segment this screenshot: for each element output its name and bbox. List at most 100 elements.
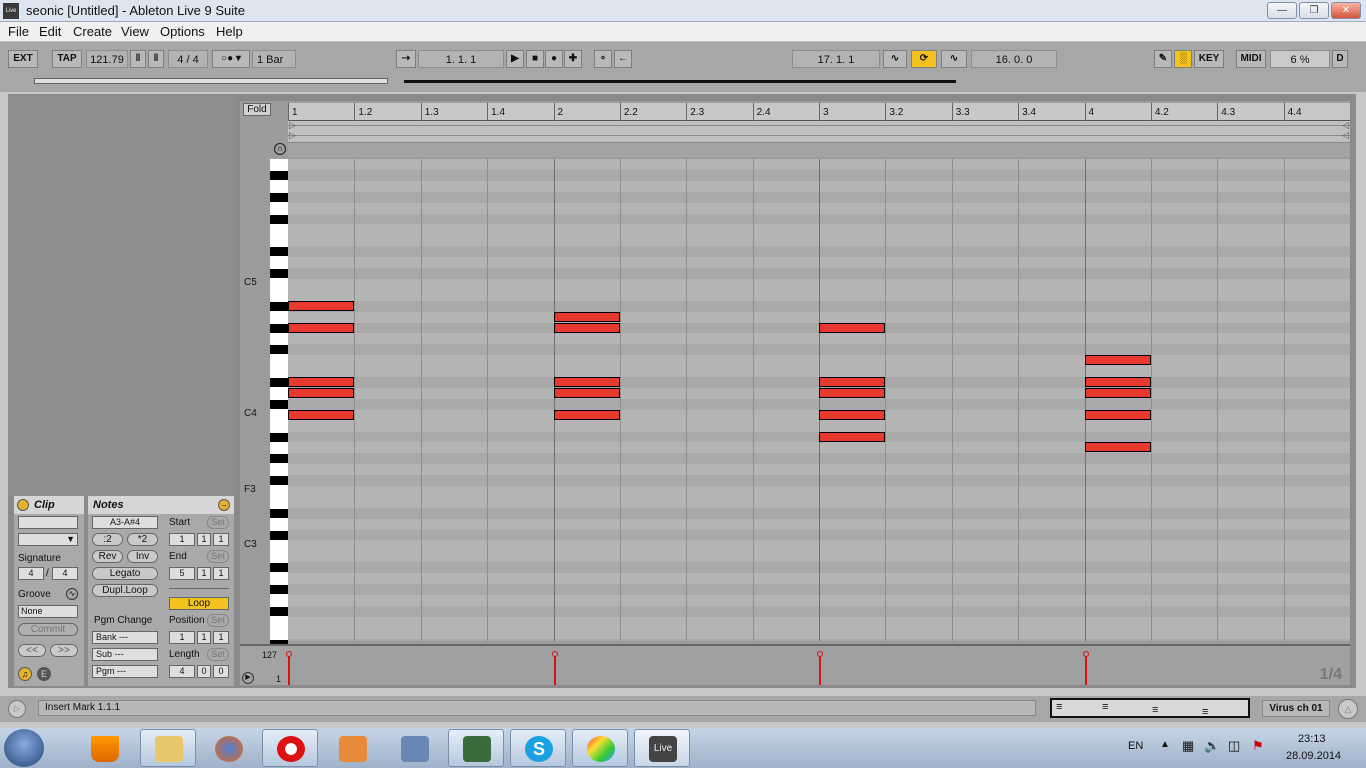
info-view-toggle-icon[interactable]: ▷ xyxy=(8,700,26,718)
action-center-flag-icon[interactable]: ⚑ xyxy=(1252,738,1264,754)
midi-note[interactable] xyxy=(288,377,355,387)
midi-note[interactable] xyxy=(1084,409,1151,420)
velocity-stem[interactable] xyxy=(553,655,556,685)
velocity-lane-toggle-icon[interactable]: ▶ xyxy=(242,672,254,684)
half-length-button[interactable]: :2 xyxy=(92,533,123,546)
signature-denominator[interactable]: 4 xyxy=(52,567,78,580)
close-button[interactable]: ✕ xyxy=(1331,2,1361,19)
start-set-button[interactable]: Set xyxy=(207,516,229,529)
commit-button[interactable]: Commit xyxy=(18,623,78,636)
piano-black-key[interactable] xyxy=(270,269,288,278)
arrangement-overview-bar[interactable] xyxy=(404,80,956,83)
start-marker-icon[interactable]: ▷ xyxy=(289,130,296,141)
program-field[interactable]: Pgm --- xyxy=(92,665,158,678)
groove-select[interactable]: None xyxy=(18,605,78,618)
tray-device-icon[interactable]: ▦ xyxy=(1182,738,1194,754)
piano-roll-keyboard[interactable] xyxy=(270,159,288,649)
quantize-select[interactable]: 1 Bar xyxy=(252,50,296,68)
time-signature-field[interactable]: 4 / 4 xyxy=(168,50,208,68)
taskbar-paint[interactable] xyxy=(572,729,628,767)
legato-button[interactable]: Legato xyxy=(92,567,158,580)
draw-mode-icon[interactable]: ✎ xyxy=(1154,50,1172,68)
piano-black-key[interactable] xyxy=(270,378,288,387)
end-bar[interactable]: 5 xyxy=(169,567,195,580)
envelopes-box-icon[interactable]: E xyxy=(37,667,51,681)
midi-note[interactable] xyxy=(1084,355,1151,366)
nudge-down-icon[interactable]: ‖ xyxy=(130,50,146,68)
piano-black-key[interactable] xyxy=(270,247,288,257)
midi-note[interactable] xyxy=(553,409,620,420)
selected-track-name[interactable]: Virus ch 01 xyxy=(1262,700,1330,717)
ext-sync-button[interactable]: EXT xyxy=(8,50,38,68)
midi-note[interactable] xyxy=(819,322,886,333)
groove-pool-icon[interactable]: ∿ xyxy=(66,588,78,600)
taskbar-ableton-live[interactable]: Live xyxy=(634,729,690,767)
end-sixteenth[interactable]: 1 xyxy=(213,567,229,580)
velocity-handle[interactable] xyxy=(286,651,292,657)
key-map-button[interactable]: KEY xyxy=(1194,50,1224,68)
clip-name-field[interactable] xyxy=(18,516,78,529)
loop-switch-icon[interactable]: ⟳ xyxy=(911,50,937,68)
nudge-up-icon[interactable]: ‖ xyxy=(148,50,164,68)
sub-bank-field[interactable]: Sub --- xyxy=(92,648,158,661)
velocity-stem[interactable] xyxy=(288,655,290,685)
volume-icon[interactable]: 🔊 xyxy=(1204,738,1220,754)
taskbar-explorer[interactable] xyxy=(140,729,196,767)
piano-black-key[interactable] xyxy=(270,301,288,311)
start-button[interactable] xyxy=(4,729,44,767)
piano-black-key[interactable] xyxy=(270,508,288,518)
end-set-button[interactable]: Set xyxy=(207,550,229,563)
midi-note[interactable] xyxy=(288,300,355,311)
track-overview[interactable]: ≡ ≡ ≡ ≡ xyxy=(1050,698,1250,718)
midi-note[interactable] xyxy=(819,409,886,420)
tempo-field[interactable]: 121.79 xyxy=(86,50,128,68)
length-bar[interactable]: 4 xyxy=(169,665,195,678)
clip-activator-icon[interactable] xyxy=(17,499,29,511)
midi-note[interactable] xyxy=(819,377,886,387)
invert-button[interactable]: Inv xyxy=(127,550,158,563)
taskbar-media-player[interactable] xyxy=(324,729,380,767)
tray-expand-icon[interactable]: ▲ xyxy=(1160,739,1170,750)
clip-nudge-forward-button[interactable]: >> xyxy=(50,644,78,657)
clip-nudge-back-button[interactable]: << xyxy=(18,644,46,657)
midi-note[interactable] xyxy=(553,387,620,398)
midi-note[interactable] xyxy=(819,431,886,442)
stop-icon[interactable]: ■ xyxy=(526,50,544,68)
midi-map-button[interactable]: MIDI xyxy=(1236,50,1266,68)
follow-icon[interactable]: ⇢ xyxy=(396,50,416,68)
start-bar[interactable]: 1 xyxy=(169,533,195,546)
bank-field[interactable]: Bank --- xyxy=(92,631,158,644)
reverse-button[interactable]: Rev xyxy=(92,550,123,563)
piano-black-key[interactable] xyxy=(270,323,288,333)
clock-date[interactable]: 28.09.2014 xyxy=(1286,750,1341,762)
clip-view-expand-icon[interactable]: → xyxy=(218,499,230,511)
length-beat[interactable]: 0 xyxy=(197,665,211,678)
midi-note[interactable] xyxy=(288,409,355,420)
position-set-button[interactable]: Set xyxy=(207,614,229,627)
beat-time-ruler[interactable]: 1 1.2 1.3 1.4 2 2.2 2.3 2.4 3 3.2 3.3 3.4 4 4.2 4.3 4.4 xyxy=(288,103,1350,121)
midi-note[interactable] xyxy=(288,387,355,398)
taskbar-skype[interactable]: S xyxy=(510,729,566,767)
note-grid[interactable] xyxy=(288,159,1350,641)
midi-note[interactable] xyxy=(553,322,620,333)
signature-numerator[interactable]: 4 xyxy=(18,567,44,580)
piano-black-key[interactable] xyxy=(270,530,288,540)
menu-edit[interactable]: Edit xyxy=(39,24,61,39)
midi-note[interactable] xyxy=(1084,442,1151,453)
pitch-range-field[interactable]: A3-A#4 xyxy=(92,516,158,529)
computer-midi-keyboard-icon[interactable]: ░ xyxy=(1174,50,1192,68)
loop-brace-bar[interactable]: ▷ ▷ ◁ ◁ xyxy=(288,120,1350,143)
piano-black-key[interactable] xyxy=(270,454,288,464)
duplicate-loop-button[interactable]: Dupl.Loop xyxy=(92,584,158,597)
length-set-button[interactable]: Set xyxy=(207,648,229,661)
piano-black-key[interactable] xyxy=(270,432,288,442)
piano-black-key[interactable] xyxy=(270,345,288,355)
fold-button[interactable]: Fold xyxy=(243,103,271,116)
menu-options[interactable]: Options xyxy=(160,24,205,39)
menu-help[interactable]: Help xyxy=(216,24,243,39)
taskbar-vlc[interactable] xyxy=(76,729,132,767)
midi-note[interactable] xyxy=(553,311,620,322)
network-icon[interactable]: ◫ xyxy=(1228,738,1240,754)
notes-box-icon[interactable]: ♫ xyxy=(18,667,32,681)
arrangement-position-field[interactable]: 1. 1. 1 xyxy=(418,50,504,68)
